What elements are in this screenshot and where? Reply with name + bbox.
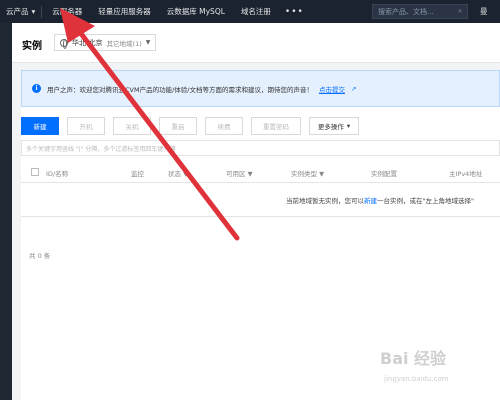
column-instance-type-label: 实例类型	[291, 170, 317, 178]
chevron-down-icon: ▾	[346, 122, 351, 130]
watermark-logo: Bai 经验	[380, 349, 447, 368]
empty-message-prefix: 当前地域暂无实例，您可以	[286, 197, 364, 205]
nav-item-domain[interactable]: 域名注册	[233, 6, 279, 17]
column-status[interactable]: 状态 ▼	[168, 168, 188, 178]
page-title: 实例	[22, 41, 42, 52]
filter-icon: ▼	[183, 170, 189, 178]
page-header: 实例 华北-北京 其它地域(1) ▼	[12, 23, 500, 63]
nav-divider	[41, 5, 43, 18]
notice-submit-link[interactable]: 点击提交	[319, 84, 345, 94]
empty-row: 当前地域暂无实例，您可以新建一台实例，或在"左上角地域选择"	[21, 183, 500, 217]
nav-item-cvm[interactable]: 云服务器	[44, 6, 90, 17]
table-header: ID/名称 监控 状态 ▼ 可用区 ▼ 实例类型 ▼ 实例配置 主IPv4地址	[21, 162, 500, 183]
shutdown-button[interactable]: 关机	[113, 117, 151, 135]
create-link[interactable]: 新建	[364, 197, 377, 205]
globe-icon	[60, 38, 68, 49]
region-selector[interactable]: 华北-北京 其它地域(1) ▼	[54, 34, 157, 51]
column-config: 实例配置	[371, 170, 397, 178]
top-navigation-bar: 云产品 ▾ 云服务器 轻量应用服务器 云数据库 MySQL 域名注册 ••• 搜…	[0, 0, 500, 23]
column-status-label: 状态	[168, 170, 181, 178]
instance-table: ID/名称 监控 状态 ▼ 可用区 ▼ 实例类型 ▼ 实例配置 主IPv4地址	[21, 162, 500, 217]
column-instance-type[interactable]: 实例类型 ▼	[291, 168, 324, 178]
region-current: 华北-北京	[72, 38, 103, 47]
watermark-url: jingyan.baidu.com	[384, 375, 449, 383]
notice-banner: i 用户之声：欢迎您对腾讯云CVM产品的功能/体验/文档等方面的需求和建议，期待…	[21, 70, 500, 107]
nav-item-mysql[interactable]: 云数据库 MySQL	[159, 6, 233, 17]
column-zone-label: 可用区	[226, 170, 246, 178]
filter-icon: ▼	[319, 170, 325, 178]
products-menu[interactable]: 云产品 ▾	[0, 6, 41, 17]
search-icon: ⌕	[458, 7, 462, 15]
column-ipv4: 主IPv4地址	[449, 170, 483, 178]
table-footer-count: 共 0 条	[29, 252, 51, 260]
chevron-down-icon: ▼	[145, 39, 151, 46]
info-icon: i	[32, 84, 41, 93]
region-other: 其它地域(1)	[106, 39, 142, 48]
external-link-icon: ↗	[350, 84, 357, 93]
filter-placeholder: 多个关键字用竖线 "|" 分隔，多个过滤标签用回车键分隔	[26, 145, 176, 153]
notice-text: 用户之声：欢迎您对腾讯云CVM产品的功能/体验/文档等方面的需求和建议，期待您的…	[47, 85, 313, 94]
search-placeholder: 搜索产品、文档...	[378, 7, 434, 16]
renew-button[interactable]: 续费	[205, 117, 243, 135]
create-button[interactable]: 新建	[21, 117, 59, 135]
column-monitor: 监控	[131, 170, 144, 178]
more-actions-button[interactable]: 更多操作 ▾	[309, 117, 359, 135]
main-area: 实例 华北-北京 其它地域(1) ▼ i 用户之声：欢迎您对腾讯云CVM产品的功…	[12, 23, 500, 400]
chevron-down-icon: ▾	[31, 7, 36, 16]
reset-password-button[interactable]: 重置密码	[251, 117, 301, 135]
column-zone[interactable]: 可用区 ▼	[226, 168, 253, 178]
column-id-name: ID/名称	[46, 170, 69, 178]
start-button[interactable]: 开机	[67, 117, 105, 135]
nav-item-lighthouse[interactable]: 轻量应用服务器	[90, 6, 159, 17]
toolbar: 新建 开机 关机 重启 续费 重置密码 更多操作 ▾	[21, 117, 359, 135]
empty-message: 当前地域暂无实例，您可以新建一台实例，或在"左上角地域选择"	[286, 195, 474, 205]
filter-icon: ▼	[247, 170, 253, 178]
sidebar	[0, 23, 12, 400]
filter-input[interactable]: 多个关键字用竖线 "|" 分隔，多个过滤标签用回车键分隔	[21, 140, 500, 156]
select-all-checkbox[interactable]	[31, 168, 39, 176]
nav-item-right[interactable]: 曼	[480, 0, 488, 23]
search-input[interactable]: 搜索产品、文档... ⌕	[372, 4, 468, 19]
empty-message-suffix: 一台实例，或在"左上角地域选择"	[377, 197, 474, 205]
products-menu-label: 云产品	[6, 7, 29, 16]
more-icon[interactable]: •••	[279, 7, 310, 17]
restart-button[interactable]: 重启	[159, 117, 197, 135]
more-actions-label: 更多操作	[317, 123, 344, 131]
